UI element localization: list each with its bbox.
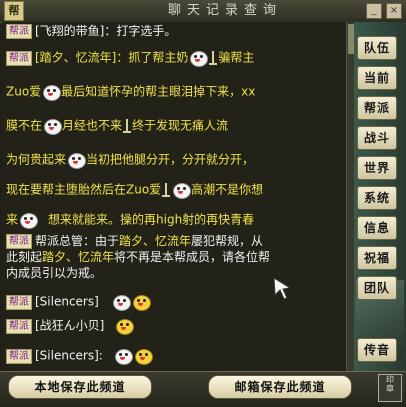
channel-tag: 帮派 xyxy=(6,294,32,310)
chat-line: 现在要帮主堕胎然后在Zuo爱 高潮不是你想 xyxy=(6,182,264,199)
chat-text: 帮派总管：由于 xyxy=(35,234,120,248)
chat-line: 此刻起踏夕、忆流年将不再是本帮成员，请各位帮 xyxy=(6,250,270,264)
emote-icon xyxy=(111,294,131,311)
tab-guild[interactable]: 帮派 xyxy=(357,96,397,120)
tab-team[interactable]: 队伍 xyxy=(357,36,397,60)
tab-whisper[interactable]: 传音 xyxy=(357,338,397,362)
chat-text: 此刻起 xyxy=(6,250,43,264)
chat-text: 将不再是本帮成员，请各位帮 xyxy=(114,250,271,264)
chat-text: [战狂ん小贝] xyxy=(35,318,105,333)
title-bar: 帮 聊天记录查询 _ × xyxy=(0,0,406,23)
emote-icon xyxy=(66,152,87,169)
chat-text: [Silencers] xyxy=(35,294,99,309)
chat-text: 现在要帮主堕胎然后在Zuo爱 xyxy=(6,182,162,197)
chat-text: [踏夕、忆流年]：抓了帮主奶 xyxy=(35,50,189,65)
window-title: 聊天记录查询 xyxy=(167,3,282,18)
channel-tag: 帮派 xyxy=(6,234,32,249)
minimize-button[interactable]: _ xyxy=(366,3,382,19)
seal-stamp-icon: 印章 xyxy=(378,374,402,402)
pole-icon xyxy=(122,119,132,133)
chat-text: 来 xyxy=(6,212,19,227)
emote-icon xyxy=(41,84,62,101)
chat-line: 内成员引以为戒。 xyxy=(6,266,102,280)
chat-log-area: 帮派 [飞翔的带鱼]：打字选手。 帮派 [踏夕、忆流年]：抓了帮主奶 骗帮主 Zuo爱… xyxy=(2,22,354,370)
pole-icon xyxy=(161,183,171,197)
chat-text: 最后知道怀孕的帮主眼泪掉下来，xx xyxy=(61,84,256,99)
tab-current[interactable]: 当前 xyxy=(357,66,397,90)
emote-icon xyxy=(133,348,153,365)
tab-battle[interactable]: 战斗 xyxy=(357,126,397,150)
chat-text: [Silencers]: xyxy=(35,348,103,363)
channel-tag: 帮派 xyxy=(6,24,32,39)
chat-line: 帮派 [Silencers]: xyxy=(6,348,153,365)
chat-line: 帮派 [踏夕、忆流年]：抓了帮主奶 骗帮主 xyxy=(6,50,255,67)
emote-icon xyxy=(42,118,63,135)
chat-line: 为何贵起来 当初把他腿分开，分开就分开， xyxy=(6,152,255,169)
player-name[interactable]: 踏夕、忆流年 xyxy=(42,250,114,264)
chat-text: [飞翔的带鱼]：打字选手。 xyxy=(35,24,177,38)
chat-text: 为何贵起来 xyxy=(6,152,67,167)
tab-info[interactable]: 信息 xyxy=(357,216,397,240)
pole-icon xyxy=(208,51,218,65)
chat-text: 当初把他腿分开，分开就分开， xyxy=(86,152,255,167)
chat-text: 高潮不是你想 xyxy=(191,182,264,197)
chat-text: 骗帮主 xyxy=(218,50,255,65)
tab-blessing[interactable]: 祝福 xyxy=(357,246,397,270)
chat-line: Zuo爱 最后知道怀孕的帮主眼泪掉下来，xx xyxy=(6,84,256,101)
chat-text: 月经也不来 xyxy=(62,118,123,133)
emote-icon xyxy=(188,50,209,67)
emote-icon xyxy=(18,212,48,229)
channel-tag: 帮派 xyxy=(6,318,32,334)
chat-line: 帮派 帮派总管：由于踏夕、忆流年屡犯帮规，从 xyxy=(6,234,263,249)
chat-text: 屡犯帮规，从 xyxy=(191,234,264,248)
chat-line: 帮派 [Silencers] xyxy=(6,294,151,311)
chat-text: 膜不在 xyxy=(6,118,43,133)
chat-text: Zuo爱 xyxy=(6,84,42,99)
tab-system[interactable]: 系统 xyxy=(357,186,397,210)
channel-tag: 帮派 xyxy=(6,50,32,66)
chat-text: 内成员引以为戒。 xyxy=(6,266,103,280)
emote-icon xyxy=(171,182,192,199)
close-button[interactable]: × xyxy=(386,3,402,19)
chat-text: 终于发现无痛人流 xyxy=(132,118,229,133)
save-local-button[interactable]: 本地保存此频道 xyxy=(8,375,152,399)
tab-group[interactable]: 团队 xyxy=(357,276,397,300)
emote-icon xyxy=(131,294,151,311)
chat-text: 想来就能来。操的再high射的再快青春 xyxy=(48,212,255,227)
channel-tag: 帮派 xyxy=(6,348,32,364)
emote-icon xyxy=(114,318,135,335)
tab-world[interactable]: 世界 xyxy=(357,156,397,180)
mouse-cursor-icon xyxy=(273,277,292,300)
chat-line: 帮派 [战狂ん小贝] xyxy=(6,318,135,335)
chat-line: 来 想来就能来。操的再high射的再快青春 xyxy=(6,212,255,229)
chat-log-window: 帮 聊天记录查询 _ × 帮派 [飞翔的带鱼]：打字选手。 帮派 [踏夕、忆流年]：… xyxy=(0,0,406,407)
emote-icon xyxy=(113,348,133,365)
corner-label: 帮 xyxy=(4,1,24,21)
chat-line: 膜不在 月经也不来 终于发现无痛人流 xyxy=(6,118,229,135)
save-mail-button[interactable]: 邮箱保存此频道 xyxy=(208,375,352,399)
chat-line: 帮派 [飞翔的带鱼]：打字选手。 xyxy=(6,24,176,39)
player-name[interactable]: 踏夕、忆流年 xyxy=(119,234,191,248)
